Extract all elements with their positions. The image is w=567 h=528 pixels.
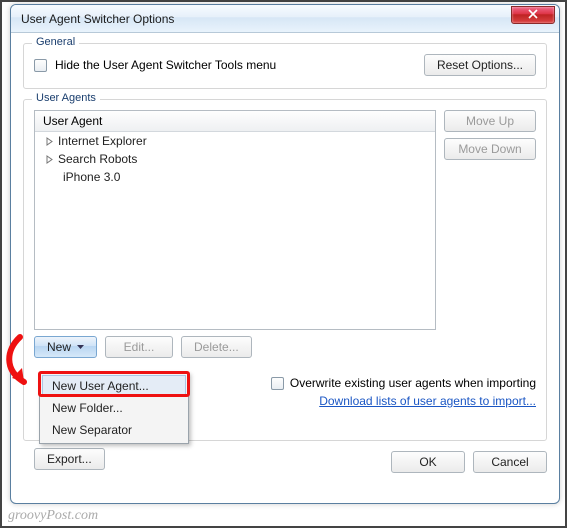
edit-button[interactable]: Edit... [105, 336, 173, 358]
hide-menu-checkbox[interactable] [34, 59, 47, 72]
move-up-button[interactable]: Move Up [444, 110, 536, 132]
export-button[interactable]: Export... [34, 448, 105, 470]
menu-item-new-user-agent[interactable]: New User Agent... [42, 375, 186, 397]
list-item[interactable]: Internet Explorer [35, 132, 435, 150]
list-item-label: iPhone 3.0 [63, 170, 120, 184]
user-agent-column-header[interactable]: User Agent [35, 111, 435, 132]
overwrite-label: Overwrite existing user agents when impo… [290, 376, 536, 390]
menu-item-label: New User Agent... [52, 379, 149, 393]
menu-item-new-folder[interactable]: New Folder... [42, 397, 186, 419]
move-down-button[interactable]: Move Down [444, 138, 536, 160]
new-button-label: New [47, 340, 71, 354]
overwrite-checkbox[interactable] [271, 377, 284, 390]
expand-caret-icon[interactable] [45, 137, 54, 146]
general-group: General Hide the User Agent Switcher Too… [23, 43, 547, 89]
list-item-label: Search Robots [58, 152, 137, 166]
hide-menu-label: Hide the User Agent Switcher Tools menu [55, 58, 416, 72]
new-button[interactable]: New [34, 336, 97, 358]
close-icon [528, 8, 538, 22]
menu-item-new-separator[interactable]: New Separator [42, 419, 186, 441]
menu-item-label: New Folder... [52, 401, 123, 415]
delete-button[interactable]: Delete... [181, 336, 252, 358]
list-item-label: Internet Explorer [58, 134, 147, 148]
reset-options-button[interactable]: Reset Options... [424, 54, 536, 76]
titlebar[interactable]: User Agent Switcher Options [11, 5, 559, 33]
download-lists-link[interactable]: Download lists of user agents to import.… [319, 394, 536, 408]
user-agent-list[interactable]: User Agent Internet Explorer Search Robo… [34, 110, 436, 330]
watermark-text: groovyPost.com [8, 508, 98, 524]
new-dropdown-menu: New User Agent... New Folder... New Sepa… [39, 372, 189, 444]
window-title: User Agent Switcher Options [21, 12, 511, 26]
close-button[interactable] [511, 6, 555, 24]
general-legend: General [32, 36, 79, 48]
list-item[interactable]: Search Robots [35, 150, 435, 168]
chevron-down-icon [77, 340, 84, 354]
menu-item-label: New Separator [52, 423, 132, 437]
expand-caret-icon[interactable] [45, 155, 54, 164]
user-agents-legend: User Agents [32, 92, 100, 104]
list-item[interactable]: iPhone 3.0 [35, 168, 435, 186]
